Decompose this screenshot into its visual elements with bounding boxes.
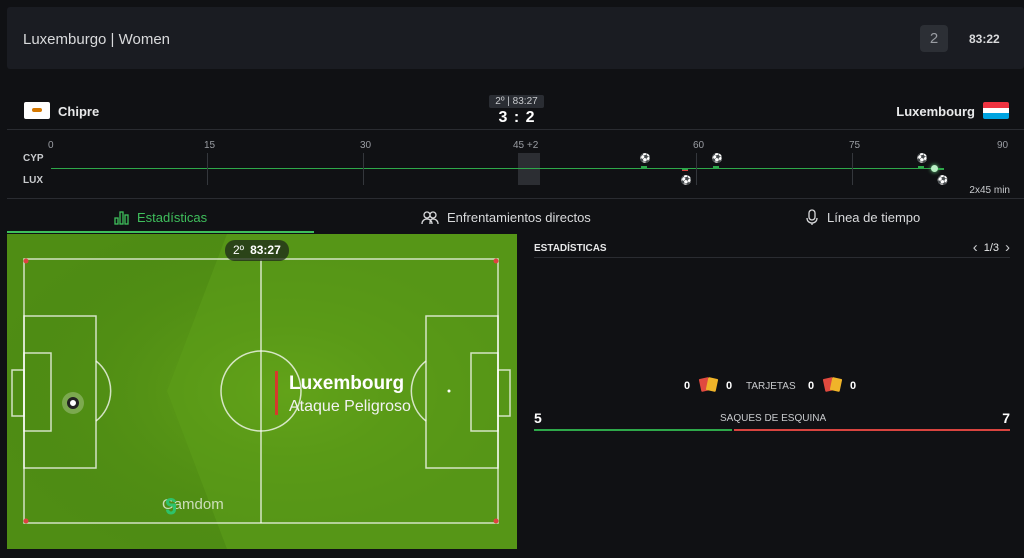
tab-statistics[interactable]: Estadísticas — [114, 200, 207, 234]
attack-type: Ataque Peligroso — [289, 398, 411, 415]
tab-timeline[interactable]: Línea de tiempo — [805, 200, 920, 234]
away-team-name: Luxembourg — [896, 104, 975, 119]
pitch-clock-badge: 2º 83:27 — [225, 240, 289, 261]
timeline-tick-line — [696, 153, 697, 185]
match-header: Luxemburgo | Women 2 83:22 — [7, 7, 1024, 69]
header-clock: 83:22 — [969, 32, 1000, 46]
period-indicator: 2 — [920, 25, 948, 52]
gamdom-logo-icon — [166, 498, 176, 515]
tab-label: Enfrentamientos directos — [447, 209, 591, 225]
goal-marker — [917, 166, 924, 168]
pitch-markings — [7, 234, 517, 549]
pitch-clock: 83:27 — [250, 243, 281, 257]
away-corners: 7 — [1002, 410, 1010, 426]
goal-marker — [938, 168, 945, 170]
goal-marker — [681, 168, 688, 170]
home-row-label: CYP — [23, 153, 44, 164]
ball-icon — [62, 392, 84, 414]
timeline-tick-line — [363, 153, 364, 185]
chevron-right-icon[interactable]: › — [1005, 239, 1010, 256]
timeline-tick-label: 30 — [360, 140, 372, 151]
timeline-tick-label: 60 — [693, 140, 705, 151]
corners-row: 5 SAQUES DE ESQUINA 7 — [534, 410, 1010, 432]
home-corners: 5 — [534, 410, 542, 426]
yellow-card-icon — [705, 377, 719, 392]
match-title: Luxemburgo | Women — [23, 31, 171, 48]
timeline-tick-line — [852, 153, 853, 185]
away-corners-bar — [734, 429, 1010, 431]
goal-event-icon[interactable]: ⚽ — [640, 154, 651, 163]
attacking-team: Luxembourg — [289, 373, 405, 394]
match-timeline: CYP LUX 2x45 min 0 15 30 45 +2 60 75 90 ⚽ ⚽ ⚽ ⚽ ⚽ — [7, 131, 1024, 199]
users-icon — [421, 210, 439, 224]
goal-event-icon[interactable]: ⚽ — [917, 154, 928, 163]
scoreboard: Chipre 2º | 83:27 3 : 2 Luxembourg — [7, 92, 1024, 130]
match-duration: 2x45 min — [969, 185, 1010, 196]
live-pitch: 2º 83:27 Luxembourg Ataque Peligroso Gam… — [7, 234, 517, 549]
away-red-cards: 0 — [808, 380, 815, 392]
attack-indicator — [275, 371, 278, 415]
home-yellow-cards: 0 — [726, 380, 733, 392]
timeline-tick-label: 75 — [849, 140, 861, 151]
corners-label: SAQUES DE ESQUINA — [720, 413, 827, 424]
brand-logo: Gamdom — [162, 496, 224, 515]
home-red-cards: 0 — [684, 380, 691, 392]
statistics-title: ESTADÍSTICAS — [534, 243, 607, 254]
goal-event-icon[interactable]: ⚽ — [681, 176, 692, 185]
home-team-name: Chipre — [58, 104, 100, 119]
bar-chart-icon — [114, 210, 129, 225]
pitch-period: 2º — [233, 243, 245, 257]
divider — [534, 257, 1010, 258]
cyprus-flag-icon — [24, 102, 50, 119]
chevron-left-icon[interactable]: ‹ — [973, 239, 978, 256]
tab-head-to-head[interactable]: Enfrentamientos directos — [421, 200, 591, 234]
tab-label: Línea de tiempo — [827, 209, 921, 225]
halftime-block — [518, 153, 540, 185]
stats-pager: ‹ 1/3 › — [973, 239, 1010, 256]
cards-row: 0 0 TARJETAS 0 0 — [534, 377, 1010, 395]
match-clock-badge: 2º | 83:27 — [489, 95, 544, 108]
timeline-progress-line — [51, 168, 935, 169]
away-row-label: LUX — [23, 175, 43, 186]
goal-event-icon[interactable]: ⚽ — [712, 154, 723, 163]
stats-page: 1/3 — [983, 241, 999, 254]
goal-marker — [640, 166, 647, 168]
timeline-progress-dot — [931, 165, 939, 172]
goal-event-icon[interactable]: ⚽ — [937, 176, 948, 185]
timeline-tick-label: 0 — [48, 140, 54, 151]
timeline-tick-line — [207, 153, 208, 185]
goal-marker — [712, 166, 719, 168]
active-tab-indicator — [7, 231, 314, 233]
away-yellow-cards: 0 — [850, 380, 857, 392]
yellow-card-icon — [829, 377, 843, 392]
luxembourg-flag-icon — [983, 102, 1009, 119]
tab-bar: Estadísticas Enfrentamientos directos Lí… — [7, 200, 1024, 234]
stopwatch-icon — [806, 208, 818, 225]
home-corners-bar — [534, 429, 732, 431]
statistics-panel: ESTADÍSTICAS ‹ 1/3 › 0 0 TARJETAS 0 0 5 … — [534, 234, 1010, 549]
timeline-tick-label: 90 — [997, 140, 1009, 151]
match-score: 3 : 2 — [498, 109, 536, 126]
cards-label: TARJETAS — [746, 381, 796, 392]
tab-label: Estadísticas — [137, 209, 208, 225]
timeline-tick-label: 45 +2 — [513, 140, 539, 151]
timeline-tick-label: 15 — [204, 140, 216, 151]
